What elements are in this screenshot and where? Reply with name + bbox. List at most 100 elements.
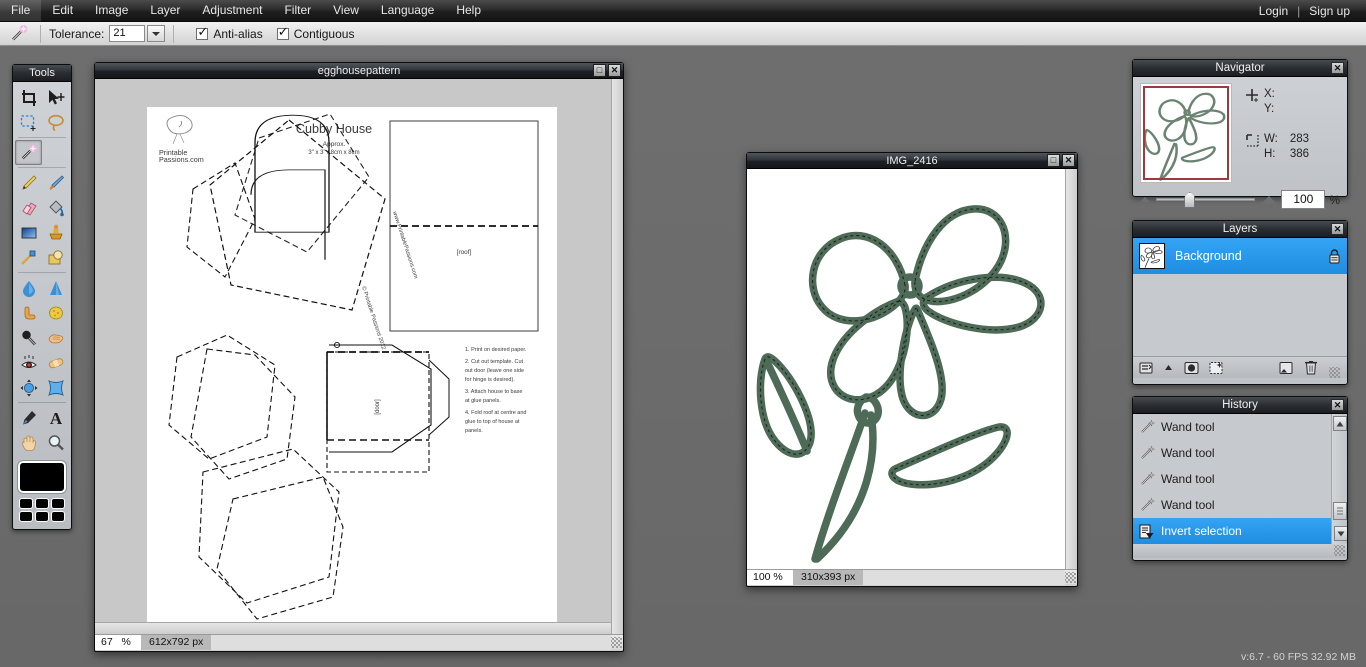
tolerance-input[interactable]: 21 — [109, 25, 146, 42]
vertical-scrollbar-img2416[interactable] — [1065, 169, 1077, 569]
history-close-button[interactable]: ✕ — [1331, 399, 1344, 411]
menu-item-layer[interactable]: Layer — [139, 0, 191, 21]
burn-tool-button[interactable] — [42, 325, 69, 350]
layers-title-bar[interactable]: Layers ✕ — [1133, 221, 1347, 238]
zoom-value-egghousepattern[interactable]: 67 % — [95, 634, 141, 650]
resize-grip-egghousepattern[interactable] — [611, 637, 622, 648]
clone-stamp-tool-button[interactable] — [42, 220, 69, 245]
layer-row-background[interactable]: Background — [1133, 238, 1347, 274]
palette-swatch[interactable] — [19, 511, 33, 522]
menu-item-view[interactable]: View — [322, 0, 370, 21]
document-canvas-area-egghousepattern[interactable]: Printable Passions.com Cubby House Appro… — [95, 79, 623, 634]
close-button[interactable]: ✕ — [608, 64, 621, 77]
history-list[interactable]: Wand tool Wand tool Wand tool Wand tool … — [1133, 414, 1347, 544]
navigator-view-rectangle[interactable] — [1143, 86, 1229, 180]
palette-swatch[interactable] — [35, 511, 49, 522]
document-canvas-area-img2416[interactable] — [747, 169, 1077, 569]
sponge-tool-button[interactable] — [42, 300, 69, 325]
blur-tool-button[interactable] — [15, 275, 42, 300]
navigator-title-bar[interactable]: Navigator ✕ — [1133, 60, 1347, 77]
eyedropper-tool-button[interactable] — [15, 405, 42, 430]
menu-item-edit[interactable]: Edit — [41, 0, 84, 21]
tools-panel-title-bar[interactable]: Tools — [13, 65, 71, 82]
resize-grip-img2416[interactable] — [1065, 572, 1076, 583]
navigator-thumbnail[interactable] — [1140, 83, 1232, 183]
navigator-zoom-input[interactable]: 100 — [1281, 190, 1326, 209]
layers-close-button[interactable]: ✕ — [1331, 223, 1344, 235]
lasso-tool-button[interactable] — [42, 110, 69, 135]
palette-swatch[interactable] — [35, 498, 49, 509]
heal-tool-button[interactable] — [42, 350, 69, 375]
smudge-tool-button[interactable] — [15, 300, 42, 325]
menu-item-language[interactable]: Language — [370, 0, 445, 21]
document-canvas-egghousepattern[interactable]: Printable Passions.com Cubby House Appro… — [147, 107, 557, 634]
scroll-down-arrow-icon[interactable] — [1334, 526, 1347, 541]
horizontal-scrollbar-egghousepattern[interactable] — [95, 622, 611, 634]
menu-item-filter[interactable]: Filter — [273, 0, 322, 21]
new-adjustment-layer-icon[interactable] — [1209, 360, 1226, 376]
history-scroll-thumb[interactable] — [1333, 502, 1347, 520]
zoom-tool-button[interactable] — [42, 430, 69, 455]
hand-tool-button[interactable] — [15, 430, 42, 455]
zoom-out-triangle-icon[interactable] — [1140, 197, 1150, 202]
shape-tool-button[interactable] — [42, 245, 69, 270]
tolerance-dropdown-button[interactable] — [147, 25, 166, 42]
red-eye-tool-button[interactable] — [15, 350, 42, 375]
foreground-color-swatch[interactable] — [17, 460, 67, 494]
document-title-bar-img2416[interactable]: IMG_2416 □ ✕ — [747, 153, 1077, 169]
document-canvas-img2416[interactable] — [747, 169, 1065, 569]
magic-wand-tool-button[interactable] — [15, 140, 42, 165]
sharpen-tool-button[interactable] — [42, 275, 69, 300]
dodge-tool-button[interactable] — [15, 325, 42, 350]
type-tool-button[interactable]: A — [42, 405, 69, 430]
history-title-bar[interactable]: History ✕ — [1133, 397, 1347, 414]
history-row[interactable]: Wand tool — [1133, 414, 1347, 440]
layer-menu-arrow-icon[interactable] — [1164, 360, 1174, 376]
navigator-close-button[interactable]: ✕ — [1331, 62, 1344, 74]
menu-item-adjustment[interactable]: Adjustment — [191, 0, 273, 21]
close-button[interactable]: ✕ — [1062, 154, 1075, 167]
menu-item-image[interactable]: Image — [84, 0, 139, 21]
contiguous-checkbox[interactable]: Contiguous — [276, 25, 354, 41]
palette-swatch[interactable] — [51, 498, 65, 509]
maximize-button[interactable]: □ — [1047, 154, 1060, 167]
palette-swatch[interactable] — [19, 498, 33, 509]
document-window-img2416[interactable]: IMG_2416 □ ✕ 100 % 310x393 px — [746, 152, 1078, 587]
vertical-scrollbar-egghousepattern[interactable] — [611, 79, 623, 634]
palette-swatch[interactable] — [51, 511, 65, 522]
layer-properties-icon[interactable] — [1139, 360, 1156, 376]
pencil-tool-button[interactable] — [15, 170, 42, 195]
scroll-up-arrow-icon[interactable] — [1333, 416, 1347, 431]
history-row[interactable]: Wand tool — [1133, 466, 1347, 492]
layer-mask-icon[interactable] — [1184, 360, 1201, 376]
zoom-slider[interactable] — [1156, 192, 1256, 208]
document-title-bar-egghousepattern[interactable]: egghousepattern □ ✕ — [95, 63, 623, 79]
zoom-value-img2416[interactable]: 100 % — [747, 569, 793, 585]
menu-item-file[interactable]: File — [0, 0, 42, 21]
history-row[interactable]: Wand tool — [1133, 492, 1347, 518]
eraser-tool-button[interactable] — [15, 195, 42, 220]
new-layer-icon[interactable] — [1279, 360, 1296, 376]
history-scrollbar[interactable] — [1331, 414, 1347, 544]
document-window-egghousepattern[interactable]: egghousepattern □ ✕ Printable Passions.c… — [94, 62, 624, 652]
zoom-in-triangle-icon[interactable] — [1261, 195, 1278, 204]
history-resize-grip[interactable] — [1334, 545, 1345, 556]
menu-item-help[interactable]: Help — [445, 0, 492, 21]
zoom-slider-thumb[interactable] — [1184, 192, 1196, 208]
history-row-selected[interactable]: Invert selection — [1133, 518, 1347, 544]
marquee-select-tool-button[interactable] — [15, 110, 42, 135]
replace-color-tool-button[interactable] — [15, 245, 42, 270]
maximize-button[interactable]: □ — [593, 64, 606, 77]
pinch-tool-button[interactable] — [42, 375, 69, 400]
delete-layer-icon[interactable] — [1304, 360, 1321, 376]
bloat-tool-button[interactable] — [15, 375, 42, 400]
layers-resize-grip[interactable] — [1329, 367, 1340, 378]
antialias-checkbox[interactable]: Anti-alias — [196, 25, 263, 41]
signup-link[interactable]: Sign up — [1300, 4, 1366, 18]
history-row[interactable]: Wand tool — [1133, 440, 1347, 466]
brush-tool-button[interactable] — [42, 170, 69, 195]
crop-tool-button[interactable] — [15, 85, 42, 110]
move-tool-button[interactable] — [42, 85, 69, 110]
gradient-tool-button[interactable] — [15, 220, 42, 245]
paint-bucket-tool-button[interactable] — [42, 195, 69, 220]
